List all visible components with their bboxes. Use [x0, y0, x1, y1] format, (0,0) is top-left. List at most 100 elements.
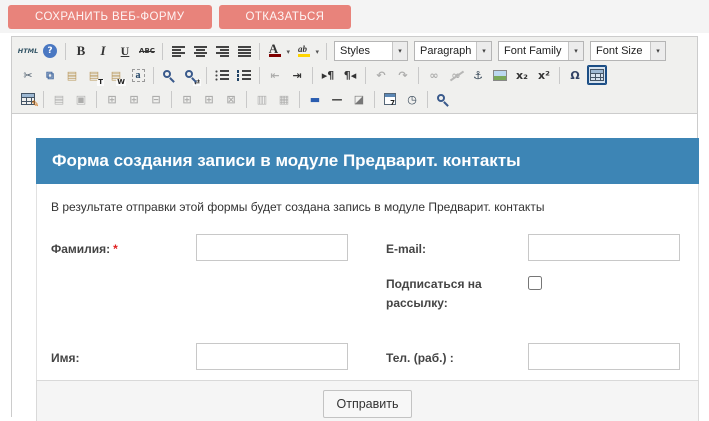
table-row-properties-icon: ▤: [49, 89, 69, 109]
insert-table-icon[interactable]: [587, 65, 607, 85]
paste-as-text-badge: T: [97, 78, 104, 86]
bold-icon[interactable]: B: [71, 41, 91, 61]
toolbar-separator: [171, 90, 172, 108]
align-left-icon[interactable]: [168, 41, 188, 61]
redo-icon: ↷: [393, 65, 413, 85]
cancel-button[interactable]: ОТКАЗАТЬСЯ: [218, 5, 352, 29]
font-size-select-value: Font Size: [596, 45, 643, 57]
outdent-glyph: ⇤: [270, 68, 280, 82]
bullet-list-glyph: [215, 69, 229, 81]
highlight-color-icon[interactable]: ab ▾: [294, 41, 321, 61]
lastname-input[interactable]: [196, 234, 348, 261]
dropdown-arrow-icon: ▾: [392, 42, 407, 60]
indent-glyph: ⇥: [292, 68, 302, 82]
indent-icon[interactable]: ⇥: [287, 65, 307, 85]
help-icon[interactable]: ?: [40, 41, 60, 61]
firstname-input[interactable]: [196, 343, 348, 371]
advanced-hr-glyph: ▬: [309, 92, 321, 106]
insert-date-badge: 7: [390, 99, 395, 107]
delete-row-glyph: ⊟: [151, 92, 161, 106]
find-replace-icon[interactable]: ⇄: [181, 65, 201, 86]
anchor-icon[interactable]: ⚓: [468, 65, 488, 85]
align-right-icon[interactable]: [212, 41, 232, 61]
paste-from-word-badge: W: [116, 78, 126, 86]
save-webform-button[interactable]: СОХРАНИТЬ ВЕБ-ФОРМУ: [8, 5, 212, 29]
font-color-icon[interactable]: A ▾: [265, 41, 292, 61]
firstname-label: Имя:: [51, 351, 80, 366]
advanced-hr-icon[interactable]: ▬: [305, 89, 325, 109]
insert-column-after-icon: ⊞: [199, 89, 219, 109]
subscript-icon[interactable]: x₂: [512, 65, 532, 85]
insert-table-glyph: [590, 69, 604, 81]
email-input[interactable]: [528, 234, 680, 261]
find-icon[interactable]: [159, 65, 179, 85]
richtext-editor: HTML? B I U ABC A ▾ ab ▾ Styles ▾ Paragraph ▾ Font Fa…: [11, 36, 699, 421]
strikethrough-icon[interactable]: ABC: [137, 41, 157, 61]
paragraph-select[interactable]: Paragraph ▾: [414, 41, 492, 61]
dropdown-arrow-icon: ▾: [476, 42, 491, 60]
direction-ltr-icon[interactable]: ▸¶: [318, 65, 338, 85]
italic-icon[interactable]: I: [93, 41, 113, 61]
paragraph-select-value: Paragraph: [420, 45, 472, 57]
underline-icon[interactable]: U: [115, 41, 135, 61]
lastname-label: Фамилия: *: [51, 234, 196, 259]
anchor-glyph: ⚓: [473, 68, 483, 82]
paste-from-word-icon[interactable]: ▤ W: [106, 65, 126, 86]
styles-select[interactable]: Styles ▾: [334, 41, 408, 61]
font-size-select[interactable]: Font Size ▾: [590, 41, 666, 61]
delete-column-glyph: ⊠: [226, 92, 236, 106]
numbered-list-icon[interactable]: [234, 65, 254, 85]
required-marker: *: [113, 242, 118, 256]
insert-time-icon[interactable]: ◷: [402, 89, 422, 109]
preview-icon[interactable]: [433, 89, 453, 109]
direction-rtl-icon[interactable]: ¶◂: [340, 65, 360, 85]
bold-glyph: B: [76, 43, 86, 58]
insert-image-icon[interactable]: [490, 65, 510, 85]
toolbar-separator: [299, 90, 300, 108]
toolbar-separator: [259, 66, 260, 84]
work-phone-input[interactable]: [528, 343, 680, 371]
toolbar-separator: [246, 90, 247, 108]
paste-as-text-icon[interactable]: ▤ T: [84, 65, 104, 86]
superscript-icon[interactable]: x²: [534, 65, 554, 85]
color-swatch: [269, 54, 281, 57]
split-cells-glyph: ▥: [256, 92, 268, 106]
copy-icon[interactable]: ⧉: [40, 65, 60, 85]
unlink-icon: ∞: [446, 65, 466, 85]
split-cells-icon: ▥: [252, 89, 272, 109]
subscribe-label: Подписаться на рассылку:: [386, 277, 482, 311]
paste-icon[interactable]: ▤: [62, 65, 82, 85]
editor-content-area[interactable]: Форма создания записи в модуле Предварит…: [12, 114, 699, 421]
subscribe-checkbox[interactable]: [528, 276, 542, 290]
form-row: Имя: Тел. (раб.) :: [51, 343, 684, 371]
font-family-select[interactable]: Font Family ▾: [498, 41, 584, 61]
html-source-icon[interactable]: HTML: [18, 41, 38, 61]
select-all-icon[interactable]: a: [128, 65, 148, 85]
insert-date-icon[interactable]: 7: [380, 89, 400, 109]
insert-column-before-glyph: ⊞: [182, 92, 192, 106]
horizontal-rule-icon[interactable]: —: [327, 89, 347, 109]
table-edit-icon[interactable]: [18, 89, 39, 110]
cut-icon[interactable]: ✂: [18, 65, 38, 85]
copy-glyph: ⧉: [46, 68, 54, 82]
bullet-list-icon[interactable]: [212, 65, 232, 85]
dropdown-arrow-icon: ▾: [650, 42, 665, 60]
insert-link-glyph: ∞: [429, 68, 439, 82]
undo-glyph: ↶: [376, 68, 386, 82]
insert-column-after-glyph: ⊞: [204, 92, 214, 106]
select-all-glyph: a: [131, 68, 145, 82]
delete-column-icon: ⊠: [221, 89, 241, 109]
dropdown-arrow-icon: ▾: [568, 42, 583, 60]
align-left-glyph: [171, 45, 185, 57]
remove-format-icon[interactable]: ◪: [349, 89, 369, 109]
special-character-icon[interactable]: Ω: [565, 65, 585, 85]
table-cell-properties-glyph: ▣: [75, 92, 87, 106]
align-justify-icon[interactable]: [234, 41, 254, 61]
unlink-glyph: ∞: [451, 68, 461, 82]
submit-button[interactable]: Отправить: [322, 390, 413, 419]
remove-format-glyph: ◪: [353, 92, 365, 106]
toolbar-separator: [65, 42, 66, 60]
toolbar-separator: [326, 42, 327, 60]
action-bar: СОХРАНИТЬ ВЕБ-ФОРМУ ОТКАЗАТЬСЯ: [0, 0, 709, 33]
align-center-icon[interactable]: [190, 41, 210, 61]
